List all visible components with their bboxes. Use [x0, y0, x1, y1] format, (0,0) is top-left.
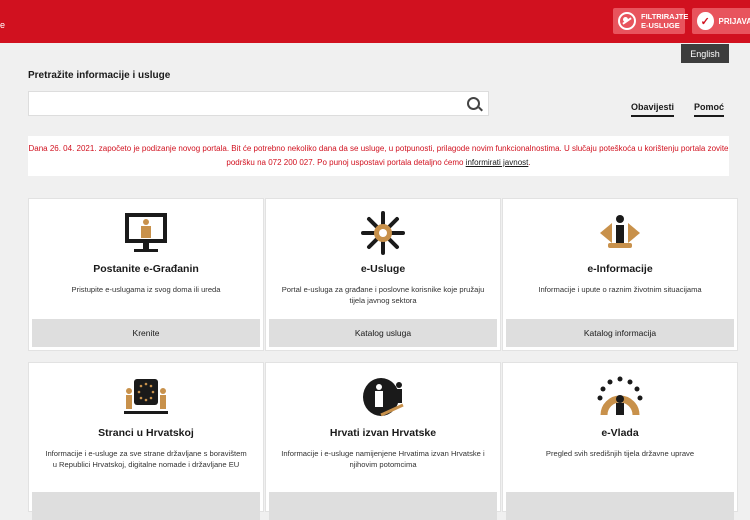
info-person-icon [596, 211, 644, 255]
computer-citizen-icon [122, 211, 170, 255]
card-description: Informacije i e-usluge za sve strane drž… [43, 448, 249, 470]
card-title: e-Vlada [503, 427, 737, 439]
language-button[interactable]: English [681, 44, 729, 63]
card-croats-abroad: Hrvati izvan Hrvatske Informacije i e-us… [265, 362, 501, 512]
filter-e-services-button[interactable]: FILTRIRAJTE E-USLUGE [613, 8, 685, 34]
search-box[interactable] [28, 91, 489, 116]
card-button[interactable] [32, 492, 260, 520]
card-description: Informacije i upute o raznim životnim si… [517, 284, 723, 295]
card-e-citizen: Postanite e-Građanin Pristupite e-usluga… [28, 198, 264, 351]
eu-foreigners-icon [122, 375, 170, 419]
card-title: Hrvati izvan Hrvatske [266, 427, 500, 439]
login-label: PRIJAVA [719, 17, 750, 26]
card-e-government: e-Vlada Pregled svih središnjih tijela d… [502, 362, 738, 512]
card-button-service-catalog[interactable]: Katalog usluga [269, 319, 497, 347]
filter-label: FILTRIRAJTE E-USLUGE [641, 12, 685, 30]
card-description: Informacije i e-usluge namijenjene Hrvat… [280, 448, 486, 470]
card-foreigners: Stranci u Hrvatskoj Informacije i e-uslu… [28, 362, 264, 512]
card-title: Postanite e-Građanin [29, 263, 263, 275]
card-button-info-catalog[interactable]: Katalog informacija [506, 319, 734, 347]
nav-notices-link[interactable]: Obavijesti [631, 102, 674, 117]
nav-help-link[interactable]: Pomoć [694, 102, 724, 117]
notice-link[interactable]: informirati javnost [466, 158, 529, 167]
logo-fragment[interactable]: e [0, 20, 5, 30]
notice-text: Dana 26. 04. 2021. započeto je podizanje… [28, 144, 728, 167]
notice-end: . [528, 158, 530, 167]
search-input[interactable] [35, 93, 459, 116]
card-button[interactable] [506, 492, 734, 520]
login-button[interactable]: ✓ PRIJAVA [692, 8, 750, 34]
card-title: e-Usluge [266, 263, 500, 275]
card-title: e-Informacije [503, 263, 737, 275]
card-button[interactable] [269, 492, 497, 520]
services-burst-icon [359, 211, 407, 255]
card-e-information: e-Informacije Informacije i upute o razn… [502, 198, 738, 351]
card-button-start[interactable]: Krenite [32, 319, 260, 347]
government-icon [596, 375, 644, 419]
card-title: Stranci u Hrvatskoj [29, 427, 263, 439]
card-description: Pregled svih središnjih tijela državne u… [517, 448, 723, 459]
check-icon: ✓ [697, 12, 714, 30]
card-description: Portal e-usluga za građane i poslovne ko… [280, 284, 486, 306]
search-icon[interactable] [467, 97, 480, 110]
card-description: Pristupite e-uslugama iz svog doma ili u… [43, 284, 249, 295]
filter-icon [618, 12, 636, 30]
card-e-services: e-Usluge Portal e-usluga za građane i po… [265, 198, 501, 351]
croats-abroad-icon [359, 375, 407, 419]
notice-banner: Dana 26. 04. 2021. započeto je podizanje… [28, 136, 729, 176]
top-bar: e FILTRIRAJTE E-USLUGE ✓ PRIJAVA [0, 0, 750, 43]
search-title: Pretražite informacije i usluge [28, 70, 170, 81]
